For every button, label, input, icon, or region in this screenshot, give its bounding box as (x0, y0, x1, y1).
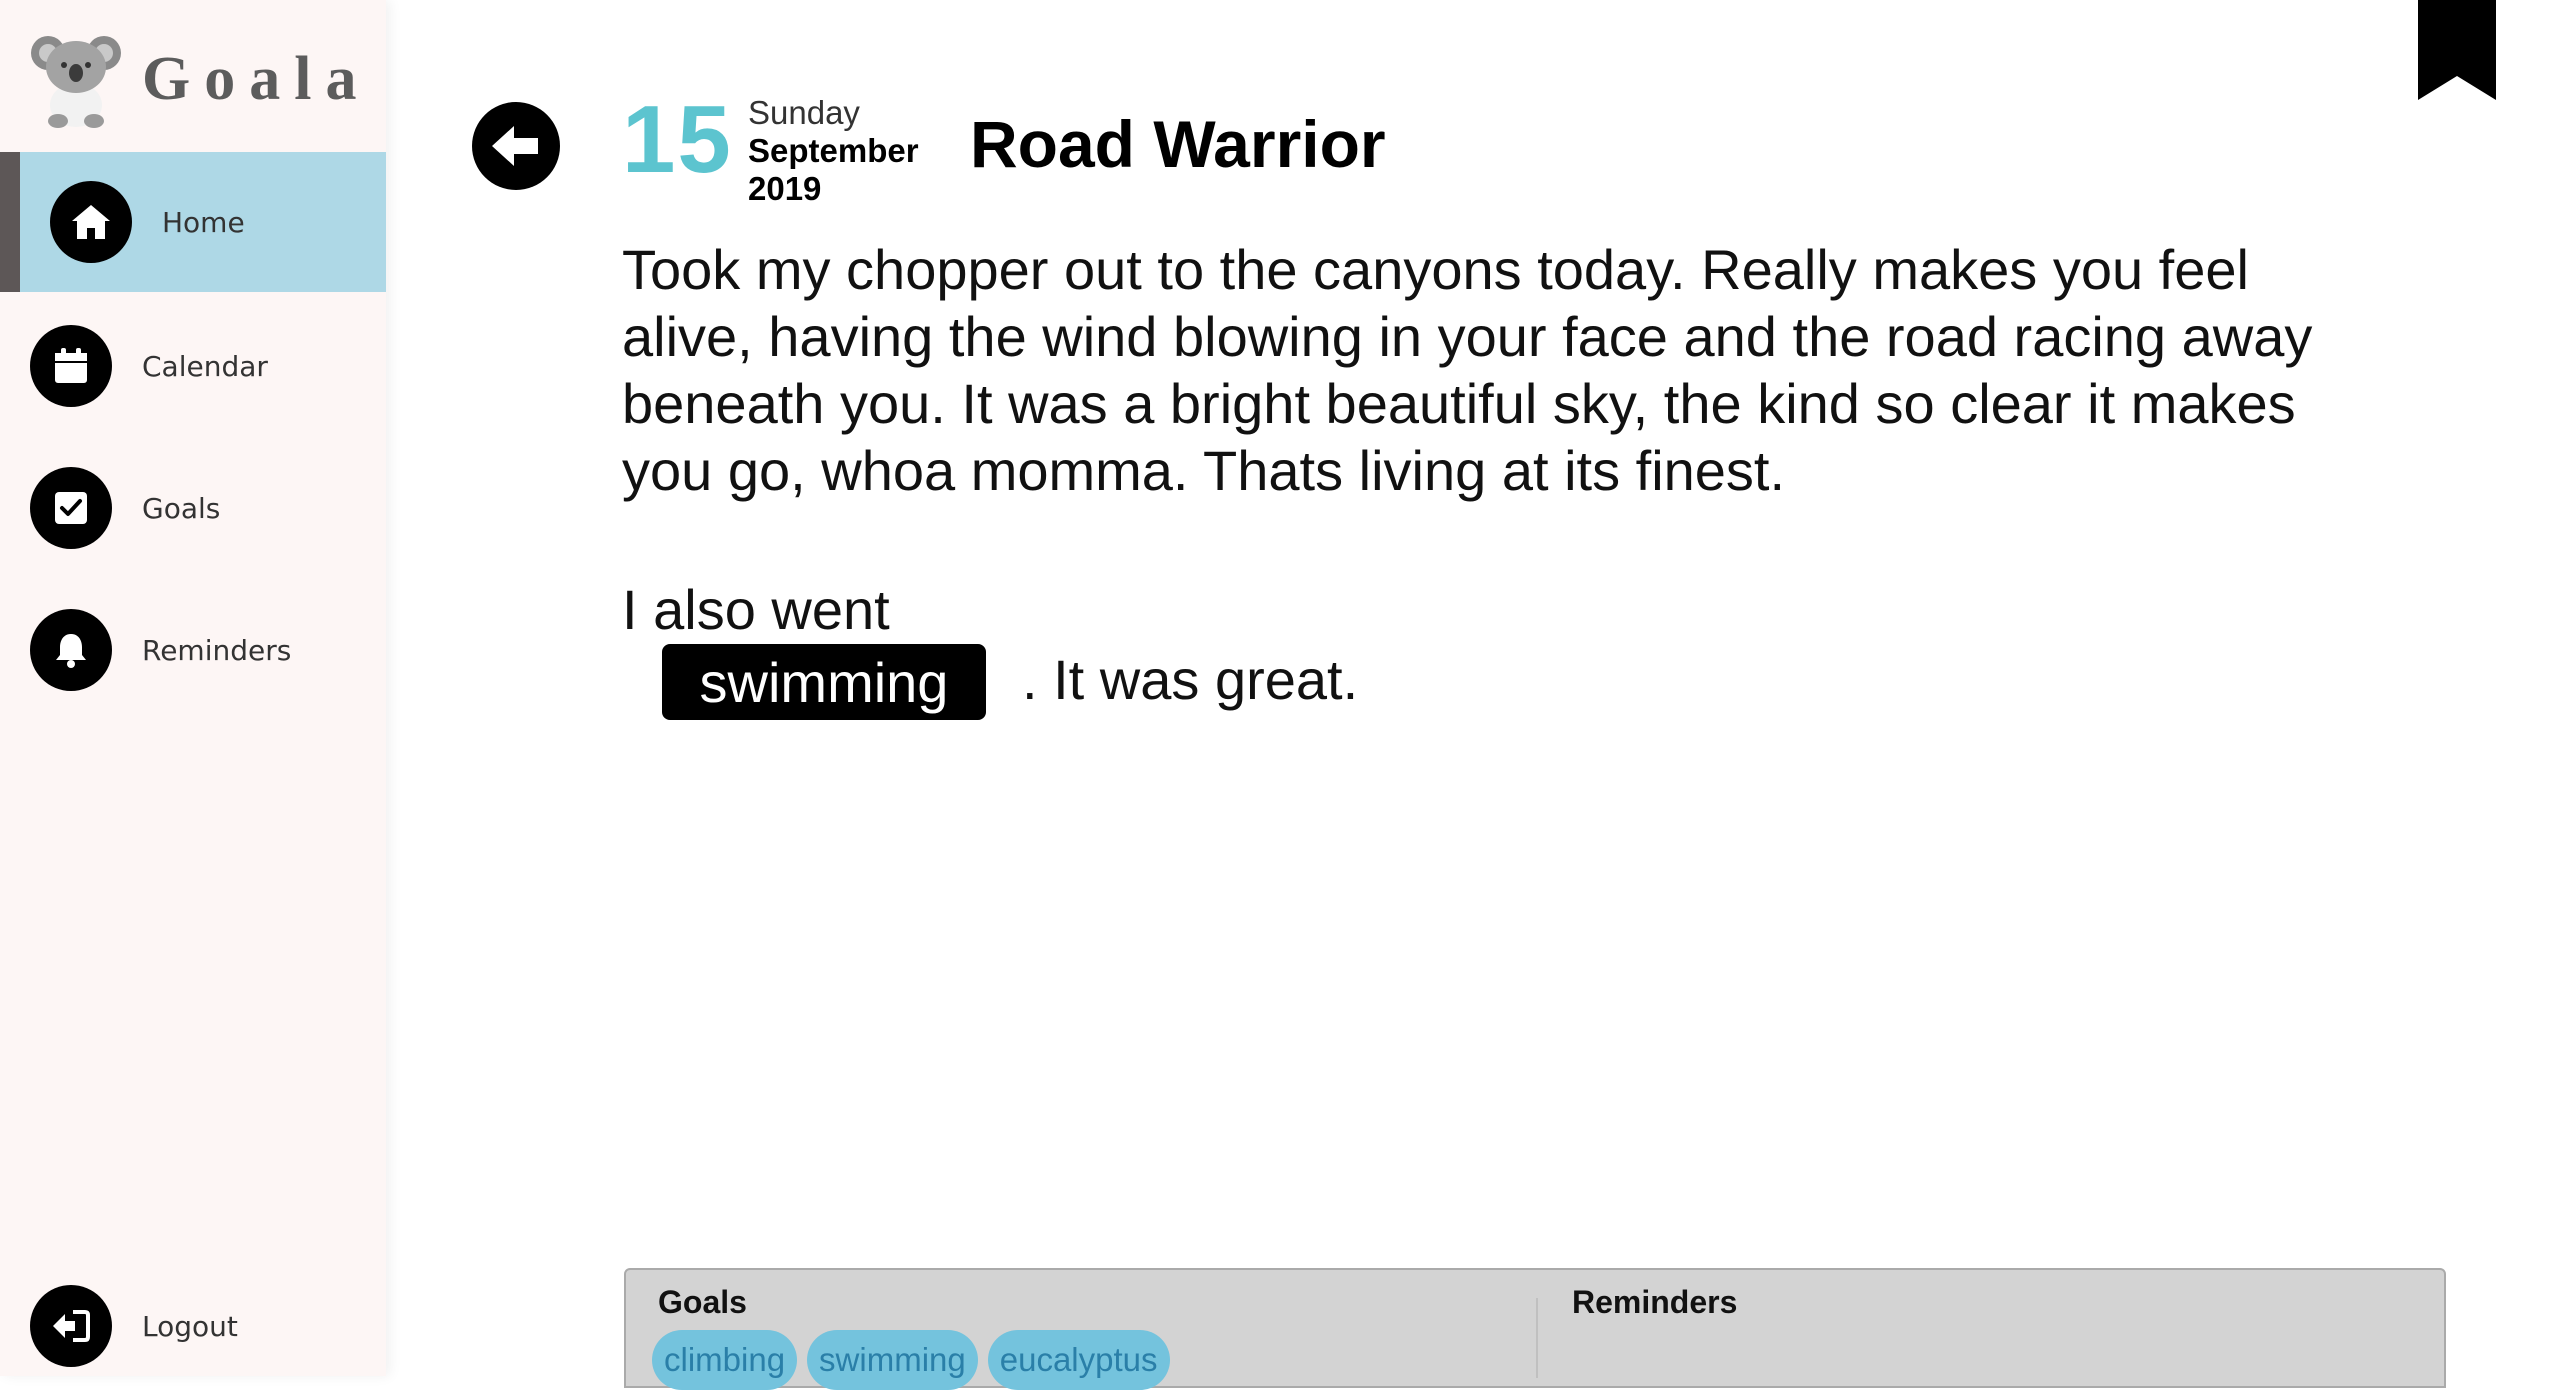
entry-month: September (748, 132, 919, 169)
goal-tag-list: climbing swimming eucalyptus (652, 1330, 1170, 1390)
sidebar-item-label: Calendar (142, 349, 268, 383)
entry-title: Road Warrior (970, 107, 1386, 181)
logout-label: Logout (142, 1309, 238, 1343)
entry-weekday: Sunday (748, 94, 860, 131)
reminders-heading: Reminders (1572, 1284, 1738, 1320)
sidebar-item-goals[interactable]: Goals (0, 438, 386, 578)
home-icon (50, 181, 132, 263)
sidebar-item-reminders[interactable]: Reminders (0, 580, 386, 720)
checkbox-icon (30, 467, 112, 549)
sidebar-item-label: Home (162, 205, 245, 239)
entry-line-suffix: . It was great. (1022, 648, 1359, 711)
entry-line-prefix: I also went (622, 578, 890, 641)
goal-tag[interactable]: swimming (807, 1330, 978, 1390)
sidebar-item-calendar[interactable]: Calendar (0, 296, 386, 436)
sidebar-item-label: Goals (142, 491, 221, 525)
bell-icon (30, 609, 112, 691)
calendar-icon (30, 325, 112, 407)
goal-tag[interactable]: climbing (652, 1330, 798, 1390)
goals-reminders-panel: Goals Reminders climbing swimming eucaly… (624, 1268, 2446, 1390)
entry-year: 2019 (748, 170, 822, 207)
arrow-left-icon (492, 126, 538, 166)
sidebar: Goala Home Calendar Goals Reminders Logo… (0, 0, 386, 1376)
logout-icon (30, 1285, 112, 1367)
entry-body: Took my chopper out to the canyons today… (622, 238, 2313, 502)
app-name: Goala (142, 44, 371, 113)
app-logo[interactable]: Goala (30, 24, 370, 134)
sidebar-item-home[interactable]: Home (0, 152, 386, 292)
bookmark-icon[interactable] (2418, 0, 2496, 100)
back-button[interactable] (472, 102, 560, 190)
entry-day-number: 15 (622, 86, 733, 193)
panel-divider (1536, 1298, 1538, 1378)
goal-tag[interactable]: eucalyptus (987, 1330, 1170, 1390)
koala-logo-icon (31, 36, 121, 128)
goals-heading: Goals (658, 1284, 747, 1320)
inline-goal-tag[interactable]: swimming (662, 644, 986, 720)
logout-button[interactable]: Logout (0, 1256, 386, 1396)
sidebar-item-label: Reminders (142, 633, 292, 667)
